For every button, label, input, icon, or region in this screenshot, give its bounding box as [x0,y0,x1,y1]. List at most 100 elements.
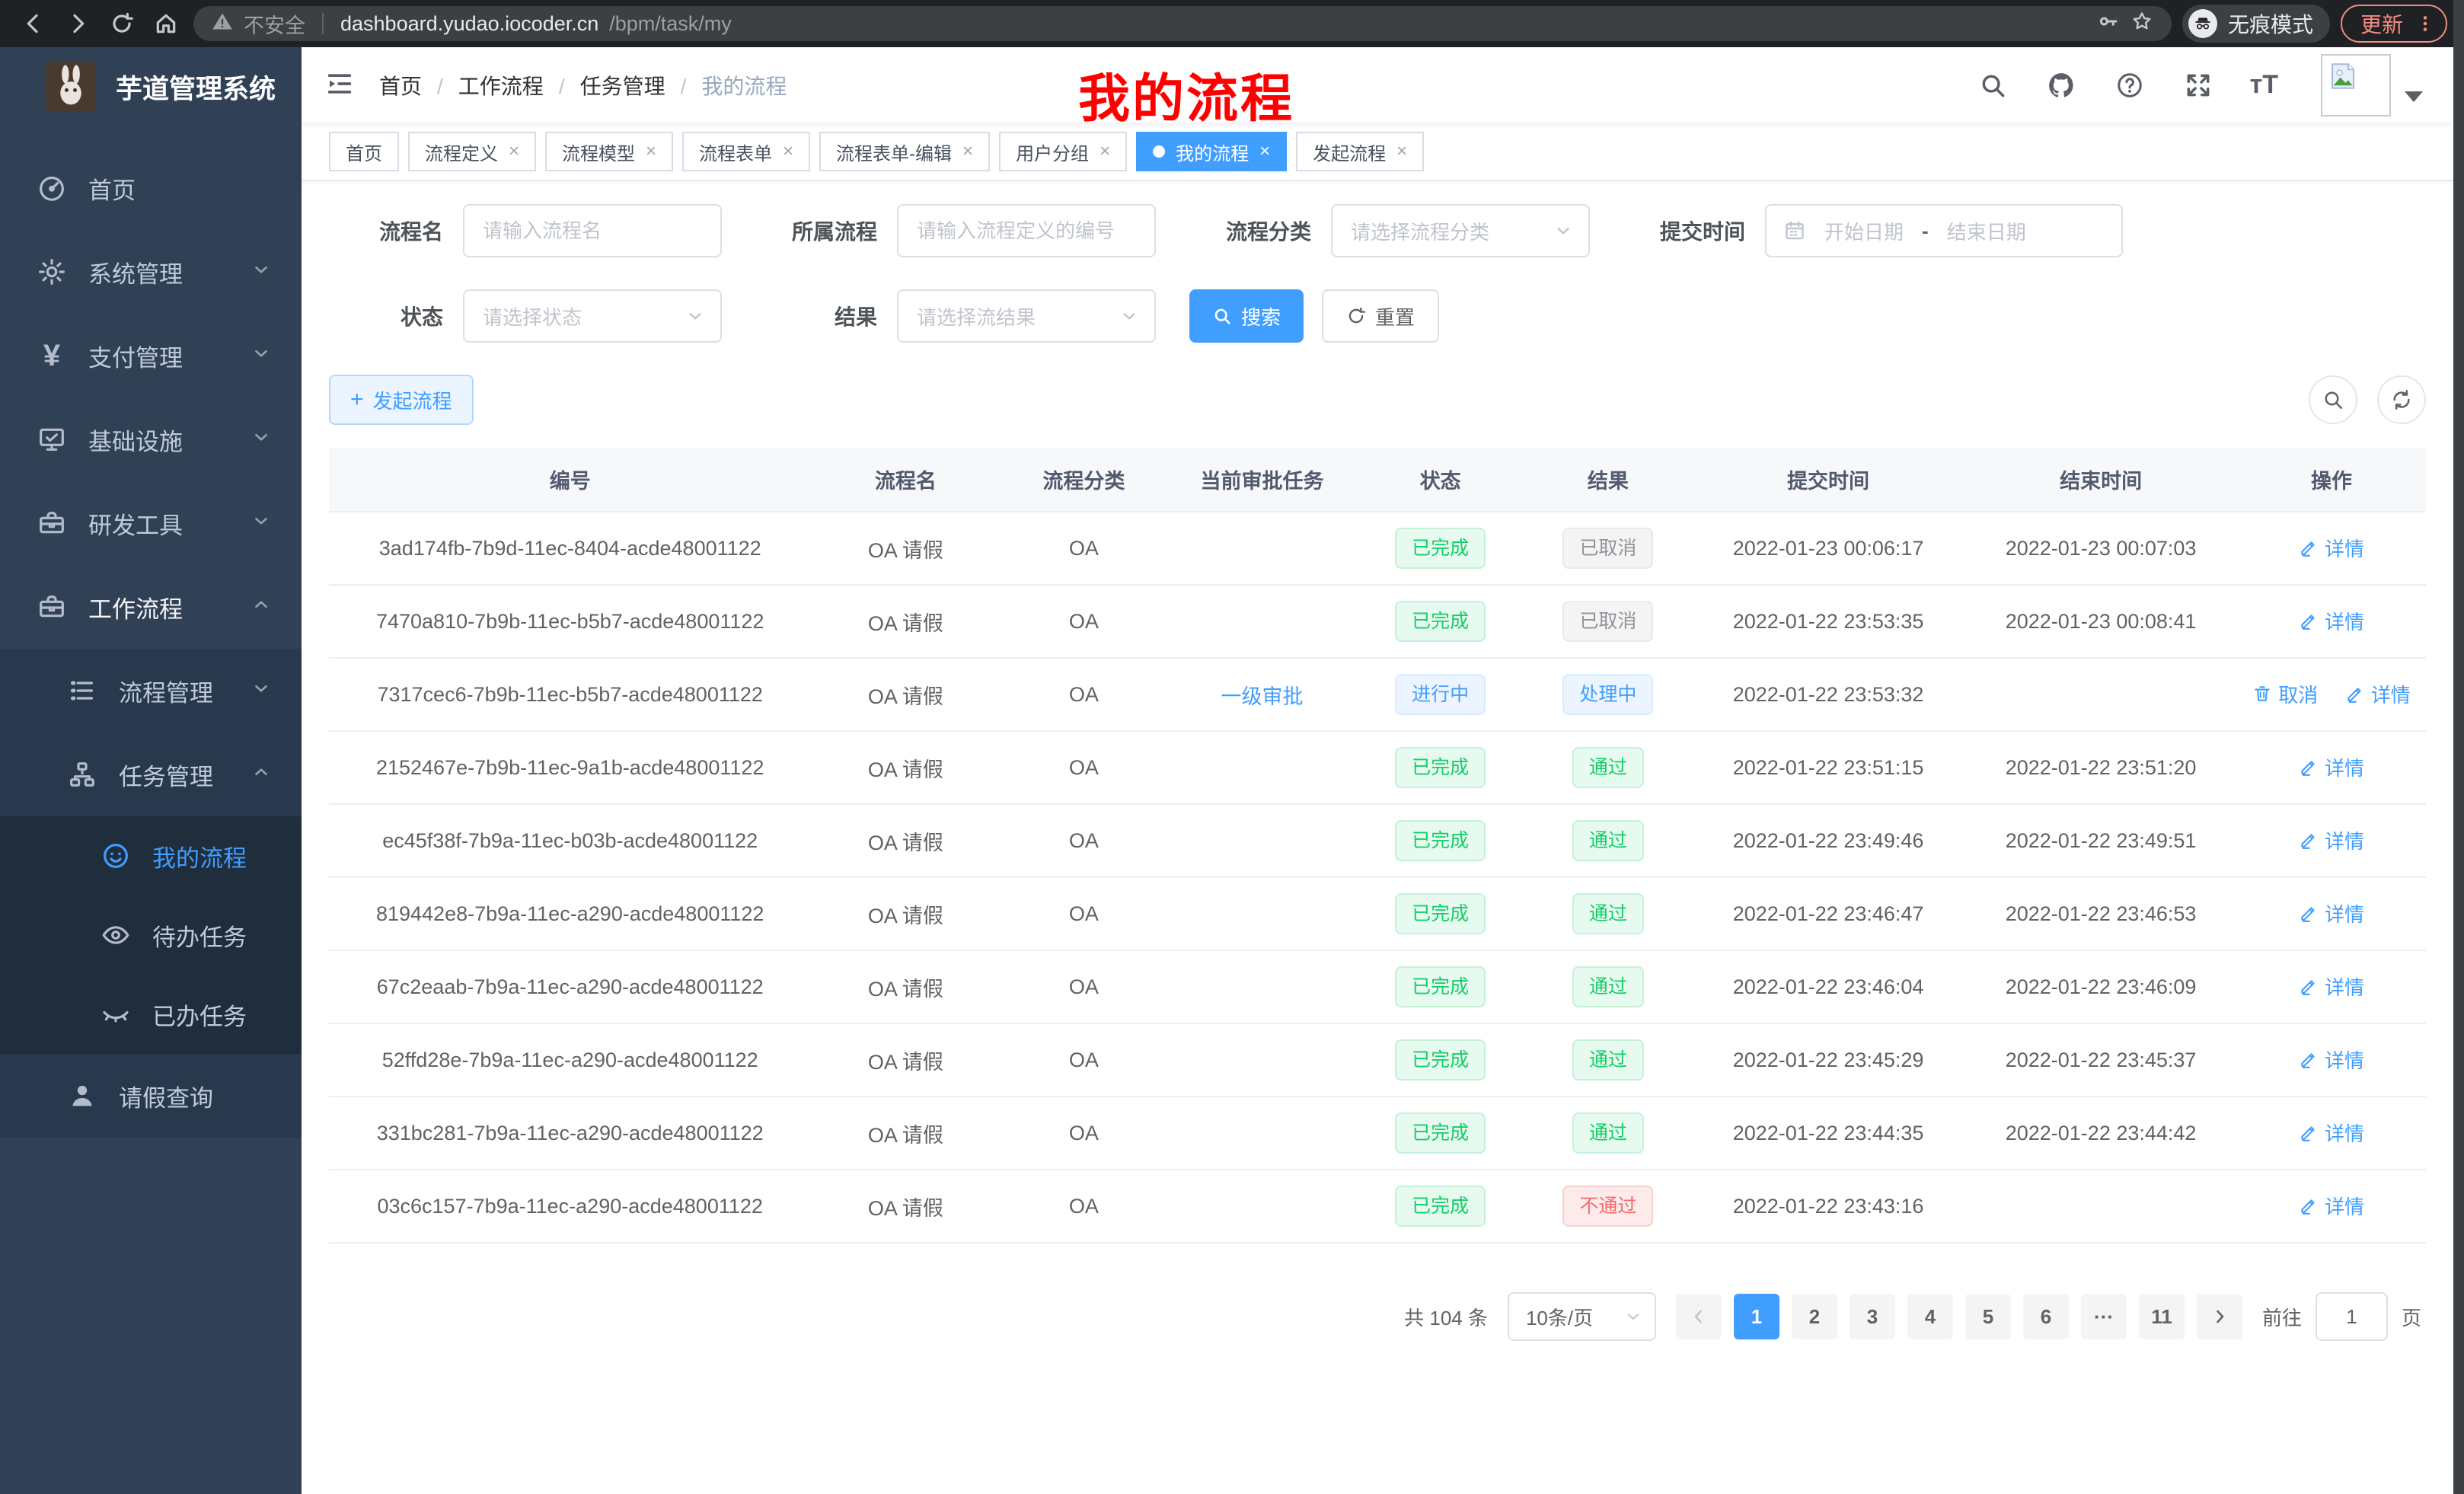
close-icon[interactable]: × [1396,142,1407,161]
avatar[interactable] [2321,54,2391,117]
current-task-link[interactable]: 一级审批 [1221,685,1304,708]
detail-button[interactable]: 详情 [2299,753,2364,781]
prev-page-button[interactable] [1676,1294,1722,1339]
detail-button[interactable]: 详情 [2299,972,2364,1001]
detail-button[interactable]: 详情 [2299,1045,2364,1074]
tab-my-process[interactable]: 我的流程× [1136,132,1287,171]
table-row: 67c2eaab-7b9a-11ec-a290-acde48001122 OA … [329,950,2426,1023]
tab-process-form[interactable]: 流程表单× [682,132,810,171]
more-pages-button[interactable]: ··· [2081,1294,2127,1339]
close-icon[interactable]: × [509,142,519,161]
close-icon[interactable]: × [962,142,973,161]
address-bar[interactable]: 不安全 dashboard.yudao.iocoder.cn/bpm/task/… [193,6,2172,41]
org-tree-icon [65,758,99,791]
close-icon[interactable]: × [1259,142,1270,161]
forward-icon[interactable] [61,7,94,40]
page-button-5[interactable]: 5 [1965,1294,2011,1339]
trash-icon [2252,684,2272,704]
result-select[interactable]: 请选择流结果 [897,289,1156,343]
sidebar-item-home[interactable]: 首页 [0,146,302,230]
page-size-select[interactable]: 10条/页 [1508,1292,1656,1341]
search-button[interactable]: 搜索 [1189,289,1304,343]
status-badge: 已完成 [1395,966,1486,1007]
sidebar-item-infrastructure[interactable]: 基础设施 [0,397,302,481]
sidebar-toggle-icon[interactable] [324,69,358,102]
sidebar-item-workflow[interactable]: 工作流程 [0,565,302,649]
close-icon[interactable]: × [1100,142,1110,161]
sidebar-item-task-management[interactable]: 任务管理 [0,733,302,816]
search-icon[interactable] [1976,69,2009,102]
browser-menu-icon[interactable] [2415,14,2435,34]
update-button[interactable]: 更新 [2341,5,2447,43]
status-select[interactable]: 请选择状态 [463,289,722,343]
help-icon[interactable] [2113,69,2146,102]
tab-home[interactable]: 首页 [329,132,399,171]
detail-button[interactable]: 详情 [2345,680,2411,708]
app-logo[interactable]: 芋道管理系统 [0,47,302,126]
sidebar-item-process-management[interactable]: 流程管理 [0,649,302,733]
close-icon[interactable]: × [783,142,793,161]
window-edge [2453,0,2464,1494]
detail-button[interactable]: 详情 [2299,607,2364,635]
security-warning-label[interactable]: 不安全 [244,9,305,39]
user-menu[interactable] [2321,54,2423,117]
bookmark-star-icon[interactable] [2130,10,2153,38]
key-icon[interactable] [2097,10,2120,38]
detail-button[interactable]: 详情 [2299,826,2364,854]
breadcrumb-home[interactable]: 首页 [379,70,458,101]
github-icon[interactable] [2044,69,2078,102]
col-result: 结果 [1524,448,1692,512]
page-button-11[interactable]: 11 [2139,1294,2185,1339]
start-process-button[interactable]: + 发起流程 [329,375,474,425]
url-host[interactable]: dashboard.yudao.iocoder.cn [340,12,598,36]
plus-icon: + [350,388,364,411]
page-button-4[interactable]: 4 [1907,1294,1953,1339]
sidebar-item-done-tasks[interactable]: 已办任务 [0,975,302,1054]
page-button-6[interactable]: 6 [2023,1294,2069,1339]
sidebar-item-devtools[interactable]: 研发工具 [0,481,302,565]
font-size-icon[interactable]: тT [2250,70,2278,100]
col-category: 流程分类 [1000,448,1167,512]
detail-button[interactable]: 详情 [2299,899,2364,927]
fullscreen-icon[interactable] [2182,69,2215,102]
table-row: 3ad174fb-7b9d-11ec-8404-acde48001122 OA … [329,512,2426,585]
next-page-button[interactable] [2197,1294,2242,1339]
result-badge: 已取消 [1562,528,1653,569]
reset-button[interactable]: 重置 [1322,289,1439,343]
reload-icon[interactable] [105,7,139,40]
tab-process-form-edit[interactable]: 流程表单-编辑× [819,132,990,171]
detail-button[interactable]: 详情 [2299,1192,2364,1220]
search-icon [1212,306,1232,326]
jump-page-input[interactable] [2316,1292,2388,1341]
back-icon[interactable] [17,7,50,40]
close-icon[interactable]: × [646,142,656,161]
dashboard-icon [35,171,69,205]
sidebar-item-payment[interactable]: ¥ 支付管理 [0,314,302,397]
tab-start-process[interactable]: 发起流程× [1296,132,1424,171]
sidebar-item-my-process[interactable]: 我的流程 [0,816,302,895]
show-search-button[interactable] [2309,375,2357,424]
page-button-3[interactable]: 3 [1850,1294,1895,1339]
breadcrumb-workflow[interactable]: 工作流程 [458,70,580,101]
refresh-table-button[interactable] [2377,375,2426,424]
breadcrumb-task-management[interactable]: 任务管理 [580,70,702,101]
tab-user-group[interactable]: 用户分组× [999,132,1127,171]
category-select[interactable]: 请选择流程分类 [1331,204,1590,257]
end-date-placeholder: 结束日期 [1947,217,2026,245]
page-button-2[interactable]: 2 [1792,1294,1837,1339]
sidebar-item-system[interactable]: 系统管理 [0,230,302,314]
col-current-task: 当前审批任务 [1168,448,1357,512]
detail-button[interactable]: 详情 [2299,1119,2364,1147]
process-definition-input[interactable] [897,204,1156,257]
tab-process-definition[interactable]: 流程定义× [408,132,536,171]
tab-process-model[interactable]: 流程模型× [545,132,673,171]
page-button-1[interactable]: 1 [1734,1294,1779,1339]
home-icon[interactable] [149,7,183,40]
chevron-down-icon [251,509,271,537]
process-name-input[interactable] [463,204,722,257]
detail-button[interactable]: 详情 [2299,534,2364,562]
submit-time-range-picker[interactable]: 开始日期 - 结束日期 [1765,204,2123,257]
cancel-button[interactable]: 取消 [2252,680,2318,708]
sidebar-item-leave-query[interactable]: 请假查询 [0,1054,302,1138]
sidebar-item-todo-tasks[interactable]: 待办任务 [0,895,302,975]
